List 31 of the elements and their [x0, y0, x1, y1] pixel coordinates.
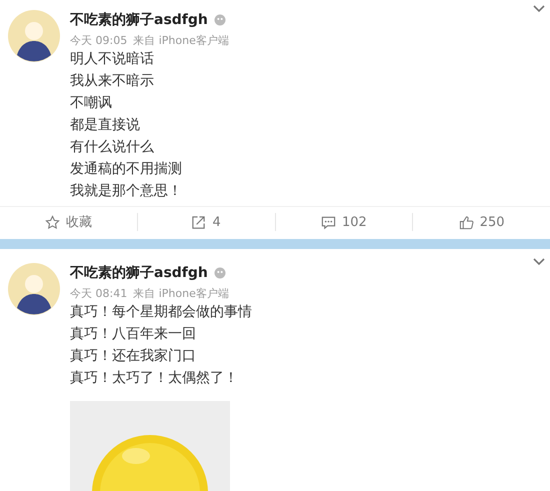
post-text-line: 真巧！八百年来一回: [70, 325, 197, 344]
post-text-line: 我就是那个意思！: [70, 182, 183, 201]
comment-icon: [320, 214, 336, 230]
post-text-line: 我从来不暗示: [70, 72, 155, 91]
chevron-down-icon[interactable]: [532, 4, 546, 14]
username[interactable]: 不吃素的狮子asdfgh: [70, 11, 208, 29]
post-text-line: 明人不说暗话: [70, 50, 155, 69]
like-button[interactable]: 250: [413, 210, 550, 234]
chevron-down-icon[interactable]: [532, 257, 546, 267]
post-text-line: 有什么说什么: [70, 138, 155, 157]
post-time: 今天 09:05: [70, 33, 128, 48]
favorite-button[interactable]: 收藏: [0, 209, 137, 235]
post-text-line: 真巧！还在我家门口: [70, 347, 197, 366]
post-source: 来自 iPhone客户端: [133, 286, 229, 301]
member-icon: [214, 267, 226, 279]
post-text-line: 都是直接说: [70, 116, 141, 135]
post-text-line: 发通稿的不用揣测: [70, 160, 183, 179]
post-text-line: 不嘲讽: [70, 94, 113, 113]
member-icon: [214, 14, 226, 26]
post-source: 来自 iPhone客户端: [133, 33, 229, 48]
username[interactable]: 不吃素的狮子asdfgh: [70, 264, 208, 282]
repost-button[interactable]: 4: [138, 210, 274, 234]
post-text-line: 真巧！太巧了！太偶然了！: [70, 369, 239, 388]
share-icon: [191, 214, 206, 230]
post-text-line: 真巧！每个星期都会做的事情: [70, 303, 253, 322]
avatar[interactable]: [8, 263, 60, 315]
thumbs-up-icon: [458, 214, 474, 230]
comment-button[interactable]: 102: [276, 210, 412, 234]
star-icon: [44, 214, 60, 230]
post-time: 今天 08:41: [70, 286, 128, 301]
avatar[interactable]: [8, 10, 60, 62]
